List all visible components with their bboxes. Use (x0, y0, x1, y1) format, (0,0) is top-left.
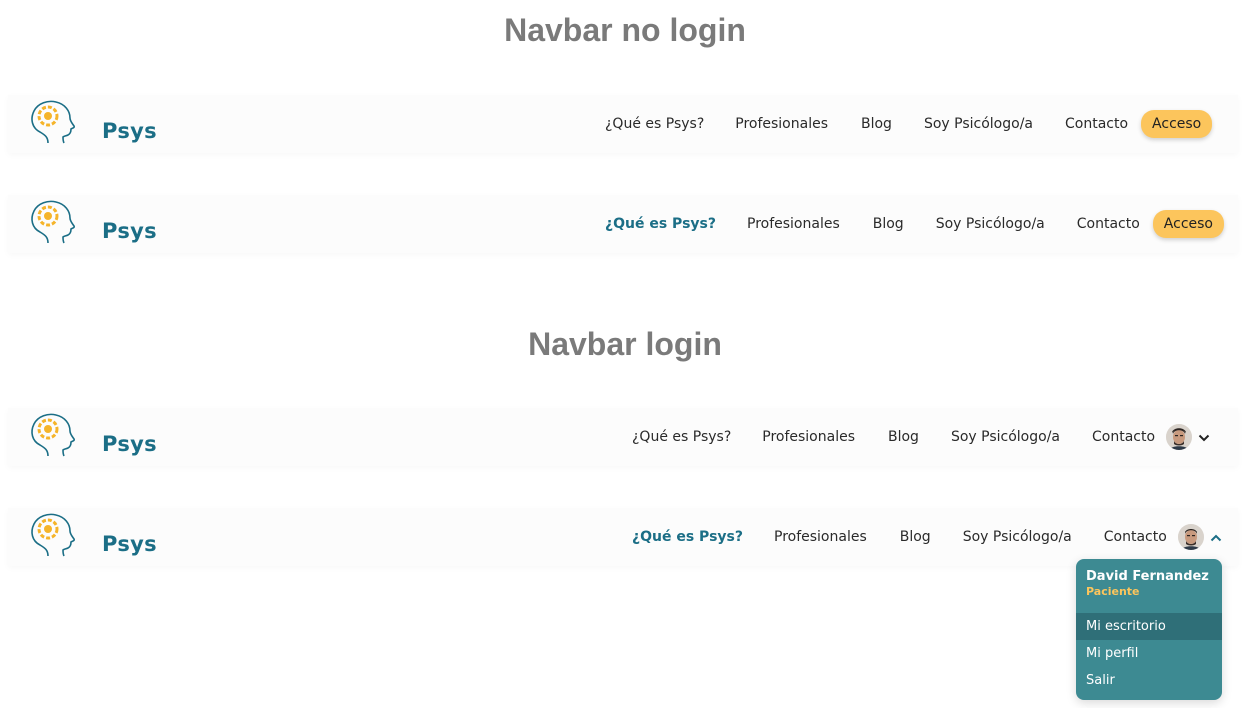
navbar-login-collapsed: Psys ¿Qué es Psys? Profesionales Blog So… (8, 408, 1238, 466)
brand-name: Psys (102, 532, 157, 556)
logo-head-icon (31, 413, 75, 457)
nav-blog[interactable]: Blog (900, 529, 931, 545)
nav-profesionales[interactable]: Profesionales (774, 529, 867, 545)
user-role: Paciente (1086, 585, 1140, 598)
brand-logo[interactable]: Psys (28, 199, 157, 249)
brand-logo[interactable]: Psys (28, 512, 157, 562)
user-name: David Fernandez (1086, 569, 1209, 584)
nav-menu: ¿Qué es Psys? Profesionales Blog Soy Psi… (632, 508, 1222, 566)
nav-profesionales[interactable]: Profesionales (762, 429, 855, 445)
brand-name: Psys (102, 432, 157, 456)
nav-contacto[interactable]: Contacto (1092, 429, 1155, 445)
navbar-no-login-active: Psys ¿Qué es Psys? Profesionales Blog So… (8, 195, 1238, 253)
nav-que-es-psys[interactable]: ¿Qué es Psys? (605, 116, 704, 132)
nav-blog[interactable]: Blog (861, 116, 892, 132)
nav-menu: ¿Qué es Psys? Profesionales Blog Soy Psi… (632, 408, 1210, 466)
avatar-face-icon (1166, 424, 1193, 450)
section-title-no-login: Navbar no login (504, 12, 746, 48)
navbar-login-expanded: Psys ¿Qué es Psys? Profesionales Blog So… (8, 508, 1238, 566)
menu-item-mi-perfil[interactable]: Mi perfil (1076, 640, 1222, 667)
nav-que-es-psys[interactable]: ¿Qué es Psys? (605, 216, 716, 232)
user-info: David Fernandez Paciente (1076, 559, 1222, 613)
nav-profesionales[interactable]: Profesionales (747, 216, 840, 232)
acceso-button[interactable]: Acceso (1141, 110, 1213, 138)
chevron-up-icon (1210, 528, 1222, 546)
brand-logo[interactable]: Psys (28, 412, 157, 462)
nav-blog[interactable]: Blog (873, 216, 904, 232)
nav-contacto[interactable]: Contacto (1077, 216, 1140, 232)
user-menu-toggle[interactable] (1177, 524, 1222, 550)
acceso-button[interactable]: Acceso (1152, 210, 1224, 238)
nav-menu: ¿Qué es Psys? Profesionales Blog Soy Psi… (605, 95, 1213, 153)
nav-menu: ¿Qué es Psys? Profesionales Blog Soy Psi… (605, 195, 1224, 253)
nav-profesionales[interactable]: Profesionales (735, 116, 828, 132)
nav-blog[interactable]: Blog (888, 429, 919, 445)
menu-item-salir[interactable]: Salir (1076, 667, 1222, 694)
avatar-face-icon (1177, 524, 1204, 550)
nav-contacto[interactable]: Contacto (1065, 116, 1128, 132)
nav-soy-psicologo[interactable]: Soy Psicólogo/a (963, 529, 1072, 545)
brand-logo[interactable]: Psys (28, 99, 157, 149)
navbar-no-login-default: Psys ¿Qué es Psys? Profesionales Blog So… (8, 95, 1238, 153)
user-dropdown-menu: David Fernandez Paciente Mi escritorio M… (1076, 559, 1222, 700)
logo-head-icon (31, 100, 75, 144)
brand-name: Psys (102, 219, 157, 243)
section-title-login: Navbar login (528, 326, 722, 362)
logo-head-icon (31, 513, 75, 557)
nav-contacto[interactable]: Contacto (1104, 529, 1167, 545)
brand-name: Psys (102, 119, 157, 143)
nav-soy-psicologo[interactable]: Soy Psicólogo/a (951, 429, 1060, 445)
user-avatar (1166, 424, 1193, 450)
nav-que-es-psys[interactable]: ¿Qué es Psys? (632, 529, 743, 545)
chevron-down-icon (1198, 428, 1210, 446)
nav-que-es-psys[interactable]: ¿Qué es Psys? (632, 429, 731, 445)
nav-soy-psicologo[interactable]: Soy Psicólogo/a (936, 216, 1045, 232)
logo-head-icon (31, 200, 75, 244)
user-avatar (1177, 524, 1204, 550)
menu-item-mi-escritorio[interactable]: Mi escritorio (1076, 613, 1222, 640)
user-menu-toggle[interactable] (1166, 424, 1210, 450)
nav-soy-psicologo[interactable]: Soy Psicólogo/a (924, 116, 1033, 132)
